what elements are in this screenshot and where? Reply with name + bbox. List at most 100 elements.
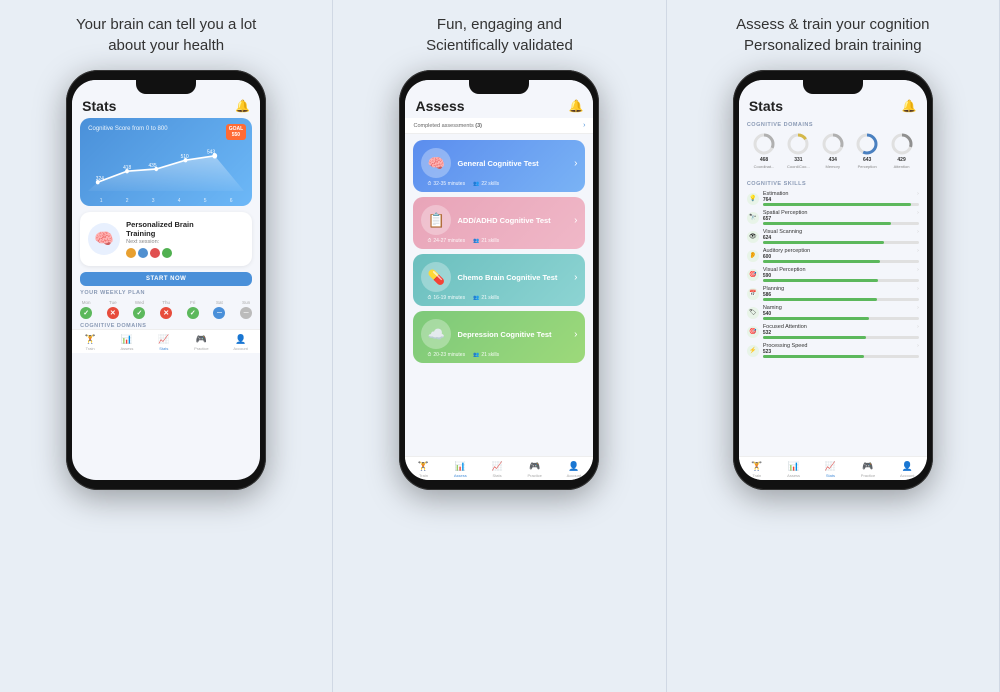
phone-notch-3: [803, 80, 863, 94]
phone-notch-2: [469, 80, 529, 94]
svg-text:435: 435: [149, 163, 157, 169]
panel-1: Your brain can tell you a lotabout your …: [0, 0, 333, 692]
domain-coord-coo: 331 Coord/Coo...: [786, 132, 810, 169]
domain-attention: 429 Attention: [890, 132, 914, 169]
nav-assess-3[interactable]: 📊Assess: [787, 461, 800, 478]
phone-notch-1: [136, 80, 196, 94]
skill-naming: 🏷 Naming› 540: [747, 305, 919, 320]
week-days: Mon ✓ Tue ✕ Wed ✓ Thu ✕: [80, 300, 252, 319]
brain-icon: 🧠: [88, 223, 120, 255]
day-sun: Sun —: [240, 300, 252, 319]
chevron-right-icon: ›: [583, 122, 585, 129]
bell-icon-2: 🔔: [569, 99, 584, 113]
day-mon: Mon ✓: [80, 300, 92, 319]
skill-estimation: 💡 Estimation› 764: [747, 191, 919, 206]
domain-perception: 643 Perception: [855, 132, 879, 169]
weekly-plan-section: YOUR WEEKLY PLAN Mon ✓ Tue ✕ Wed ✓: [72, 290, 260, 319]
nav-assess-2[interactable]: 📊Assess: [454, 461, 467, 478]
adhd-test-icon: 📋: [421, 205, 451, 235]
training-text: Personalized BrainTraining Next session:: [126, 220, 244, 258]
nav-practice[interactable]: 🎮Practice: [194, 334, 208, 351]
cog-domains-section-label: COGNITIVE DOMAINS: [747, 122, 919, 128]
skills-section: COGNITIVE SKILLS 💡 Estimation› 764 🔭: [739, 177, 927, 456]
general-test-name: General Cognitive Test: [457, 159, 568, 168]
nav-stats-3[interactable]: 📈Stats: [825, 461, 836, 478]
spatial-icon: 🔭: [747, 212, 759, 224]
svg-text:324: 324: [96, 176, 104, 182]
completed-label: Completed assessments (3): [413, 123, 481, 129]
bottom-nav-1: 🏋️Train 📊Assess 📈Stats 🎮Practice 👤Accoun…: [72, 329, 260, 353]
panel-1-title: Your brain can tell you a lotabout your …: [76, 14, 256, 58]
screen-assess: Assess 🔔 Completed assessments (3) › 🧠 G…: [405, 80, 593, 480]
nav-account-3[interactable]: 👤Account: [900, 461, 914, 478]
assess-card-chemo[interactable]: 💊 Chemo Brain Cognitive Test › ⏱ 16-19 m…: [413, 254, 585, 306]
chart-x-labels: 123 456: [88, 198, 244, 204]
skill-planning: 📅 Planning› 586: [747, 286, 919, 301]
goal-badge: GOAL550: [226, 124, 246, 140]
day-fri: Fri ✓: [187, 300, 199, 319]
panel-3: Assess & train your cognitionPersonalize…: [667, 0, 1000, 692]
panel-3-title: Assess & train your cognitionPersonalize…: [736, 14, 929, 58]
avatars: [126, 248, 244, 258]
chemo-test-arrow: ›: [574, 272, 577, 283]
day-thu: Thu ✕: [160, 300, 172, 319]
depression-test-icon: ☁️: [421, 319, 451, 349]
skill-auditory: 👂 Auditory perception› 600: [747, 248, 919, 263]
svg-text:418: 418: [123, 165, 131, 171]
assess-card-depression[interactable]: ☁️ Depression Cognitive Test › ⏱ 20-23 m…: [413, 311, 585, 363]
focused-attention-icon: 🎯: [747, 326, 759, 338]
general-test-arrow: ›: [574, 158, 577, 169]
cog-domains-section: COGNITIVE DOMAINS 468 Coordinat... 331 C…: [739, 118, 927, 177]
day-sat: Sat —: [213, 300, 225, 319]
phone-3: Stats 🔔 COGNITIVE DOMAINS 468 Coordinat.…: [733, 70, 933, 490]
general-test-meta: ⏱ 32-35 minutes 👥 22 skills: [421, 181, 577, 187]
domain-memory: 434 Memory: [821, 132, 845, 169]
day-tue: Tue ✕: [107, 300, 119, 319]
day-wed: Wed ✓: [133, 300, 145, 319]
depression-test-arrow: ›: [574, 329, 577, 340]
estimation-icon: 💡: [747, 193, 759, 205]
bottom-nav-3: 🏋️Train 📊Assess 📈Stats 🎮Practice 👤Accoun…: [739, 456, 927, 480]
svg-text:543: 543: [207, 149, 215, 155]
weekly-plan-label: YOUR WEEKLY PLAN: [80, 290, 252, 296]
depression-test-meta: ⏱ 20-23 minutes 👥 21 skills: [421, 352, 577, 358]
phone-2: Assess 🔔 Completed assessments (3) › 🧠 G…: [399, 70, 599, 490]
panel-2-title: Fun, engaging andScientifically validate…: [426, 14, 573, 58]
nav-train-3[interactable]: 🏋️Train: [751, 461, 762, 478]
skill-processing-speed: ⚡ Processing Speed› 523: [747, 343, 919, 358]
nav-practice-3[interactable]: 🎮Practice: [861, 461, 875, 478]
adhd-test-meta: ⏱ 24-27 minutes 👥 21 skills: [421, 238, 577, 244]
assess-title: Assess: [415, 98, 464, 114]
domain-circles: 468 Coordinat... 331 Coord/Coo... 434 Me…: [747, 132, 919, 169]
nav-train-2[interactable]: 🏋️Train: [418, 461, 429, 478]
processing-speed-icon: ⚡: [747, 345, 759, 357]
skill-focused: 🎯 Focused Attention› 532: [747, 324, 919, 339]
nav-account-2[interactable]: 👤Account: [567, 461, 581, 478]
nav-train[interactable]: 🏋️Train: [85, 334, 96, 351]
chemo-test-meta: ⏱ 16-19 minutes 👥 21 skills: [421, 295, 577, 301]
skill-visual-scanning: 👁 Visual Scanning› 624: [747, 229, 919, 244]
nav-stats[interactable]: 📈Stats: [158, 334, 169, 351]
assess-card-adhd[interactable]: 📋 ADD/ADHD Cognitive Test › ⏱ 24-27 minu…: [413, 197, 585, 249]
auditory-icon: 👂: [747, 250, 759, 262]
screen-stats-3: Stats 🔔 COGNITIVE DOMAINS 468 Coordinat.…: [739, 80, 927, 480]
assess-list: 🧠 General Cognitive Test › ⏱ 32-35 minut…: [405, 134, 593, 456]
adhd-test-arrow: ›: [574, 215, 577, 226]
nav-account[interactable]: 👤Account: [233, 334, 247, 351]
general-test-icon: 🧠: [421, 148, 451, 178]
domain-coordination: 468 Coordinat...: [752, 132, 776, 169]
skill-spatial: 🔭 Spatial Perception› 657: [747, 210, 919, 225]
completed-bar[interactable]: Completed assessments (3) ›: [405, 118, 593, 134]
assess-card-general[interactable]: 🧠 General Cognitive Test › ⏱ 32-35 minut…: [413, 140, 585, 192]
score-chart: Cognitive Score from 0 to 800 GOAL550: [80, 118, 252, 206]
training-card: 🧠 Personalized BrainTraining Next sessio…: [80, 212, 252, 266]
nav-assess[interactable]: 📊Assess: [121, 334, 134, 351]
nav-practice-2[interactable]: 🎮Practice: [527, 461, 541, 478]
chemo-test-icon: 💊: [421, 262, 451, 292]
visual-perception-icon: 🎯: [747, 269, 759, 281]
bell-icon-3: 🔔: [902, 99, 917, 113]
start-now-button[interactable]: START NOW: [80, 272, 252, 286]
nav-stats-2[interactable]: 📈Stats: [491, 461, 502, 478]
planning-icon: 📅: [747, 288, 759, 300]
screen-stats-1: Stats 🔔 Cognitive Score from 0 to 800 GO…: [72, 80, 260, 480]
